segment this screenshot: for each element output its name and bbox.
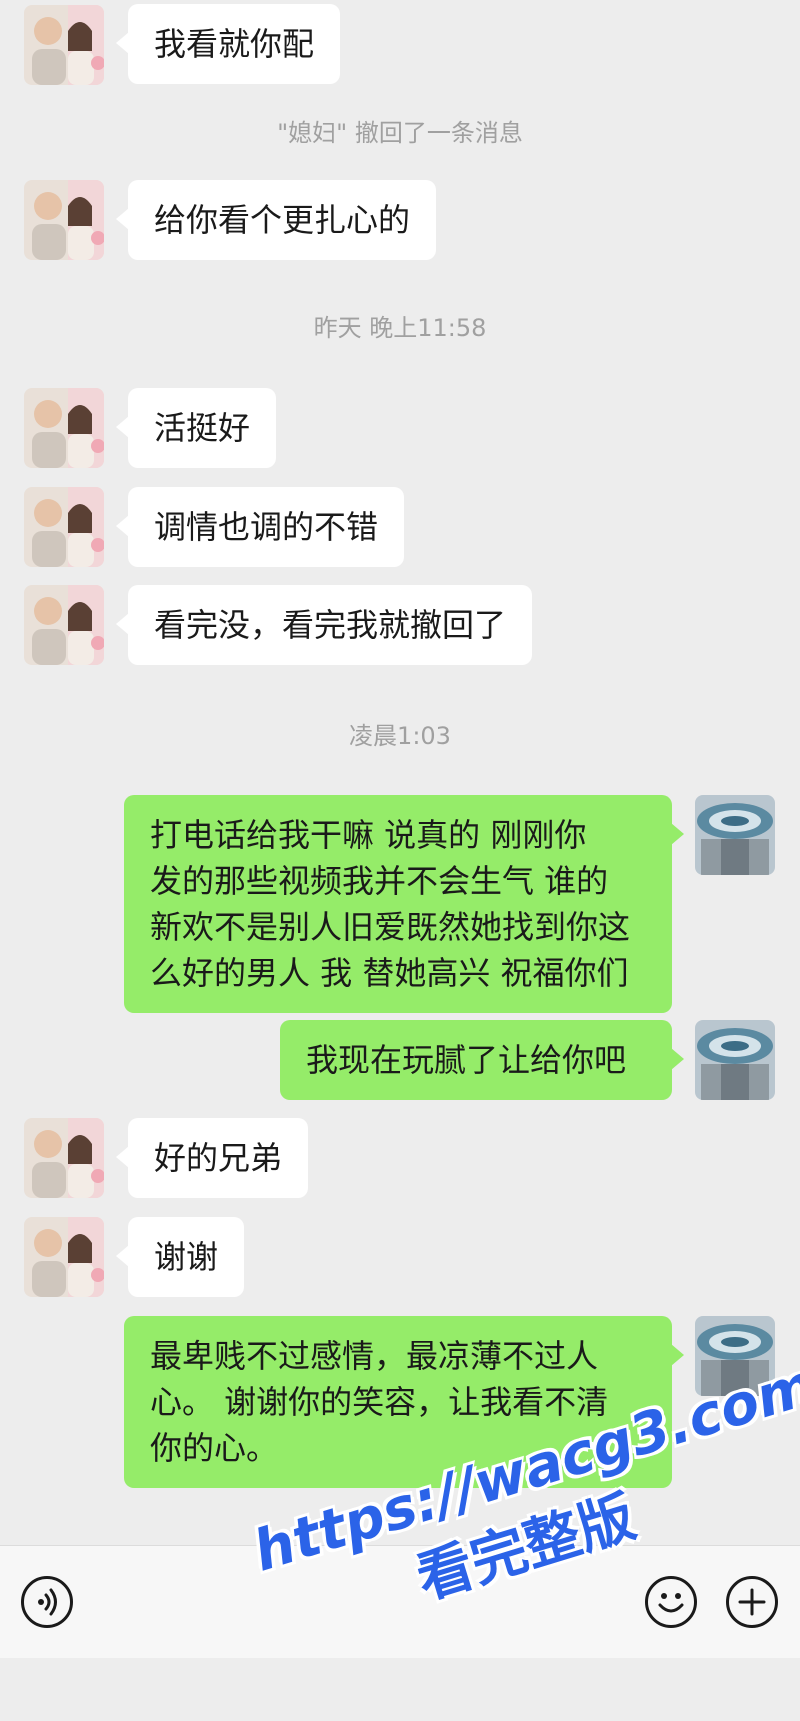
- incoming-message[interactable]: 调情也调的不错: [115, 487, 405, 567]
- contact-avatar[interactable]: [24, 1217, 104, 1297]
- recall-notice: "媳妇" 撤回了一条消息: [277, 119, 523, 147]
- input-bar: [0, 1545, 800, 1658]
- my-avatar[interactable]: [695, 795, 775, 875]
- my-avatar[interactable]: [695, 1316, 775, 1396]
- voice-icon[interactable]: [21, 1576, 73, 1628]
- timestamp: 昨天 晚上11:58: [313, 314, 487, 342]
- contact-avatar[interactable]: [24, 585, 104, 665]
- outgoing-message[interactable]: 我现在玩腻了让给你吧: [280, 1020, 684, 1100]
- incoming-message[interactable]: 我看就你配: [115, 4, 341, 84]
- message-line: 新欢不是别人旧爱既然她找到你这: [150, 908, 631, 946]
- contact-avatar[interactable]: [24, 487, 104, 567]
- contact-avatar[interactable]: [24, 180, 104, 260]
- incoming-message[interactable]: 看完没，看完我就撤回了: [115, 585, 533, 665]
- timestamp: 凌晨1:03: [349, 722, 451, 750]
- message-line: 心。 谢谢你的笑容，让我看不清: [150, 1383, 609, 1421]
- message-line: 发的那些视频我并不会生气 谁的: [150, 862, 609, 900]
- message-line: 么好的男人 我 替她高兴 祝福你们: [150, 954, 629, 992]
- chat-area[interactable]: 我看就你配 "媳妇" 撤回了一条消息 给你看个更扎心的 昨天 晚上11:58 活…: [0, 0, 800, 1545]
- contact-avatar[interactable]: [24, 388, 104, 468]
- message-line: 我现在玩腻了让给你吧: [306, 1041, 627, 1079]
- emoji-icon[interactable]: [645, 1576, 697, 1628]
- message-input[interactable]: [95, 1568, 625, 1634]
- message-line: 最卑贱不过感情，最凉薄不过人: [150, 1337, 599, 1375]
- incoming-message[interactable]: 给你看个更扎心的: [115, 180, 437, 260]
- incoming-message[interactable]: 好的兄弟: [115, 1118, 309, 1198]
- outgoing-message[interactable]: 打电话给我干嘛 说真的 刚刚你 发的那些视频我并不会生气 谁的 新欢不是别人旧爱…: [124, 795, 684, 1013]
- contact-avatar[interactable]: [24, 5, 104, 85]
- message-line: 打电话给我干嘛 说真的 刚刚你: [150, 816, 587, 854]
- message-line: 你的心。: [150, 1429, 279, 1467]
- incoming-message[interactable]: 谢谢: [115, 1217, 245, 1297]
- my-avatar[interactable]: [695, 1020, 775, 1100]
- contact-avatar[interactable]: [24, 1118, 104, 1198]
- plus-icon[interactable]: [726, 1576, 778, 1628]
- outgoing-message[interactable]: 最卑贱不过感情，最凉薄不过人 心。 谢谢你的笑容，让我看不清 你的心。: [124, 1316, 684, 1488]
- incoming-message[interactable]: 活挺好: [115, 388, 277, 468]
